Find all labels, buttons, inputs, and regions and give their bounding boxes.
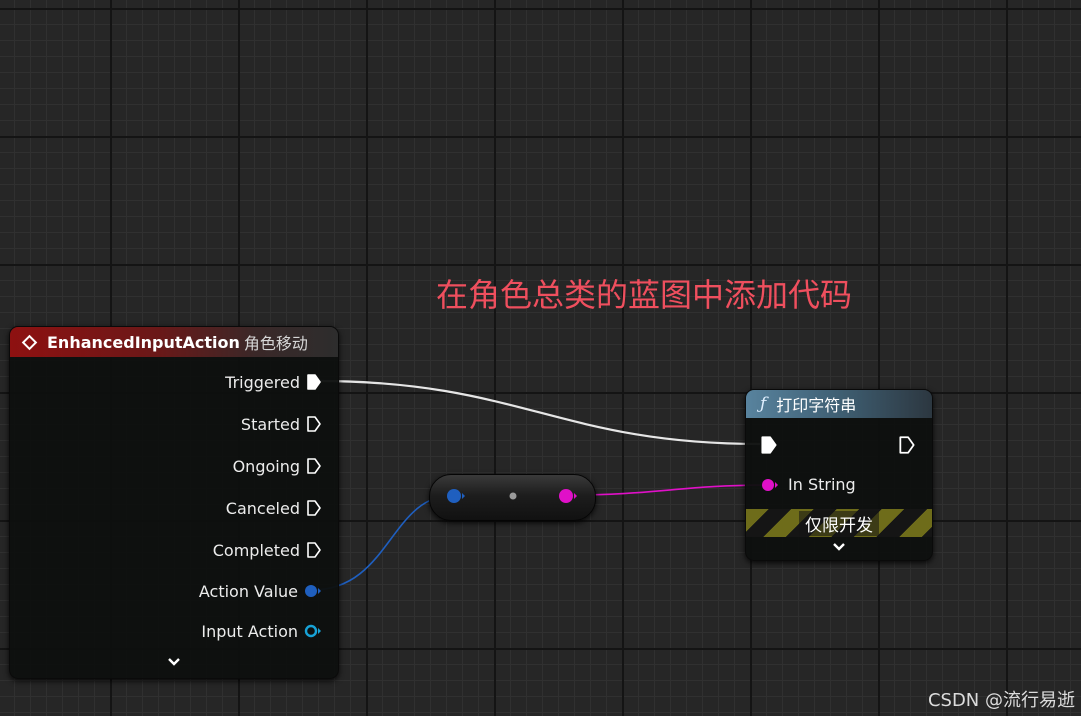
watermark: CSDN @流行易逝: [927, 690, 1075, 711]
vector-to-string-conversion-node[interactable]: [429, 474, 596, 521]
event-node-header[interactable]: EnhancedInputAction 角色移动: [10, 327, 338, 357]
string-wire[interactable]: [565, 484, 770, 496]
exec-pin-filled-icon[interactable]: [306, 373, 322, 391]
in-string-pin-row: In String: [760, 475, 856, 494]
exec-pin-icon[interactable]: [306, 415, 322, 433]
pin-label-ongoing: Ongoing: [232, 456, 300, 476]
pin-row-action-value: Action Value: [199, 580, 322, 602]
event-diamond-icon: [21, 334, 38, 350]
exec-pin-icon[interactable]: [306, 499, 322, 517]
pin-label-canceled: Canceled: [225, 498, 300, 518]
annotation-text: 在角色总类的蓝图中添加代码: [436, 276, 853, 314]
development-only-label: 仅限开发: [799, 510, 879, 536]
pin-row-completed: Completed: [213, 539, 322, 561]
print-node-header[interactable]: ƒ 打印字符串: [746, 390, 932, 418]
object-pin-icon[interactable]: [304, 624, 322, 638]
conversion-input-pin-icon[interactable]: [447, 489, 465, 503]
pin-label-started: Started: [240, 414, 300, 434]
string-pin-filled-icon[interactable]: [760, 478, 780, 492]
enhanced-input-action-node[interactable]: EnhancedInputAction 角色移动 Triggered Start…: [9, 326, 339, 679]
expand-chevron-icon[interactable]: [832, 540, 846, 556]
exec-pin-icon[interactable]: [306, 541, 322, 559]
conversion-output-pin-icon[interactable]: [559, 489, 577, 503]
blueprint-graph-canvas[interactable]: 在角色总类的蓝图中添加代码 EnhancedInputAction 角色移动 T…: [0, 0, 1081, 716]
pin-label-completed: Completed: [212, 540, 300, 560]
exec-in-pin-filled-icon[interactable]: [760, 435, 778, 455]
pin-label-action-value: Action Value: [198, 581, 298, 601]
development-only-banner: 仅限开发: [746, 509, 932, 537]
exec-pin-icon[interactable]: [306, 457, 322, 475]
function-icon: ƒ: [760, 394, 767, 414]
exec-out-pin-icon[interactable]: [898, 435, 916, 455]
pin-label-input-action: Input Action: [201, 621, 298, 641]
pin-row-input-action: Input Action: [201, 620, 322, 642]
vector-pin-filled-icon[interactable]: [304, 584, 322, 598]
expand-chevron-icon[interactable]: [167, 655, 181, 671]
event-node-title: EnhancedInputAction: [47, 332, 240, 352]
print-string-node[interactable]: ƒ 打印字符串 In String 仅限开发: [745, 389, 933, 561]
print-node-title: 打印字符串: [776, 396, 857, 415]
exec-wire[interactable]: [317, 379, 761, 446]
in-string-label: In String: [788, 475, 856, 494]
pin-row-ongoing: Ongoing: [233, 455, 322, 477]
pin-row-canceled: Canceled: [226, 497, 322, 519]
pin-row-triggered: Triggered: [225, 371, 322, 393]
event-node-subtitle: 角色移动: [243, 334, 308, 353]
pin-label-triggered: Triggered: [225, 372, 300, 392]
pin-row-started: Started: [241, 413, 322, 435]
conversion-dot-icon: [509, 492, 517, 500]
